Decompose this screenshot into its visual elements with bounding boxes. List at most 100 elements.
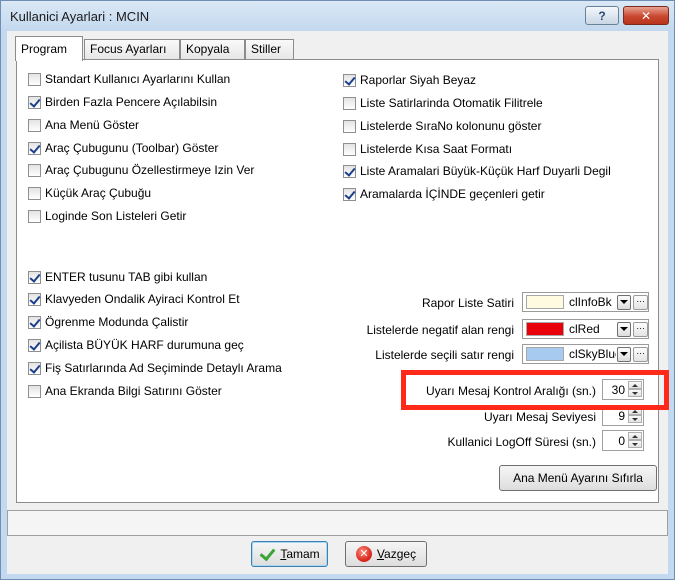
ellipsis-button[interactable]: ··· (633, 321, 649, 337)
color-swatch (526, 295, 564, 309)
tab-focus-ayarlari[interactable]: Focus Ayarları (84, 39, 180, 60)
chevron-down-icon (620, 300, 629, 304)
secili-satir-rengi-label: Listelerde seçili satır rengi (375, 348, 514, 362)
checkbox-harf-duyarli-degil[interactable]: Liste Aramalari Büyük-Küçük Harf Duyarli… (343, 163, 611, 179)
checkbox-label: Araç Çubugunu (Toolbar) Göster (45, 141, 219, 155)
chevron-down-icon (620, 352, 629, 356)
spin-up-button[interactable] (628, 432, 642, 440)
reset-menu-label: Ana Menü Ayarını Sıfırla (513, 471, 643, 485)
settings-window: Kullanici Ayarlari : MCIN ? ✕ Program Fo… (0, 0, 675, 580)
checkbox-box (343, 119, 356, 133)
tab-stiller[interactable]: Stiller (245, 39, 294, 60)
tab-kopyala[interactable]: Kopyala (180, 39, 245, 60)
checkbox-detayli-arama[interactable]: Fiş Satırlarında Ad Seçiminde Detaylı Ar… (28, 360, 282, 376)
spin-down-button[interactable] (628, 389, 642, 397)
color-swatch (526, 322, 564, 336)
checkbox-enter-tab[interactable]: ENTER tusunu TAB gibi kullan (28, 269, 207, 285)
question-mark-icon: ? (598, 8, 606, 23)
spin-down-button[interactable] (628, 440, 642, 448)
dropdown-button[interactable] (616, 346, 632, 362)
color-value: clInfoBk (569, 295, 612, 309)
title-bar[interactable]: Kullanici Ayarlari : MCIN ? ✕ (1, 1, 674, 31)
checkbox-sirano-kolonu[interactable]: Listelerde SıraNo kolonunu göster (343, 118, 541, 134)
color-value: clRed (569, 322, 600, 336)
checkbox-label: Liste Satirlarinda Otomatik Filitrele (360, 96, 543, 110)
checkbox-ana-menu-goster[interactable]: Ana Menü Göster (28, 117, 139, 133)
secili-satir-rengi-color-select[interactable]: clSkyBlue ··· (522, 344, 649, 364)
ok-label: Tamam (280, 547, 320, 561)
checkbox-box (343, 187, 356, 201)
checkbox-toolbar-ozellestir[interactable]: Araç Çubugunu Özellestirmeye Izin Ver (28, 162, 254, 178)
checkbox-ogrenme-modu[interactable]: Ögrenme Modunda Çalistir (28, 314, 188, 330)
checkbox-label: Fiş Satırlarında Ad Seçiminde Detaylı Ar… (45, 361, 282, 375)
color-value: clSkyBlue (569, 347, 616, 361)
rapor-liste-satiri-label: Rapor Liste Satiri (421, 296, 514, 310)
uyari-kontrol-araligi-label: Uyarı Mesaj Kontrol Aralığı (sn.) (425, 384, 596, 398)
checkbox-label: Standart Kullanıcı Ayarlarını Kullan (45, 72, 231, 86)
logoff-suresi-spinner[interactable]: 0 (602, 430, 644, 451)
checkbox-label: Listelerde SıraNo kolonunu göster (360, 119, 542, 133)
ellipsis-button[interactable]: ··· (633, 294, 649, 310)
checkbox-box (28, 361, 41, 375)
cancel-button[interactable]: ✕ Vazgeç (345, 541, 427, 567)
checkbox-box (343, 164, 356, 178)
checkbox-label: Küçük Araç Çubuğu (45, 186, 152, 200)
uyari-kontrol-araligi-spinner[interactable]: 30 (602, 379, 644, 400)
checkbox-box (28, 338, 41, 352)
checkbox-box (343, 73, 356, 87)
checkbox-kucuk-arac-cubugu[interactable]: Küçük Araç Çubuğu (28, 185, 151, 201)
status-bar (7, 510, 668, 536)
checkbox-label: Ana Menü Göster (45, 118, 140, 132)
checkbox-loginde-son-listeler[interactable]: Loginde Son Listeleri Getir (28, 208, 186, 224)
tab-program[interactable]: Program (15, 36, 83, 61)
cancel-label: Vazgeç (376, 547, 417, 561)
checkbox-ondalik-ayiraci[interactable]: Klavyeden Ondalik Ayiraci Kontrol Et (28, 291, 240, 307)
checkbox-label: Listelerde Kısa Saat Formatı (360, 142, 513, 156)
checkbox-box (28, 72, 41, 86)
checkbox-birden-fazla-pencere[interactable]: Birden Fazla Pencere Açılabilsin (28, 94, 217, 110)
checkbox-standart-kullanici-ayarlari[interactable]: Standart Kullanıcı Ayarlarını Kullan (28, 71, 230, 87)
uyari-mesaj-seviyesi-spinner[interactable]: 9 (602, 405, 644, 426)
checkbox-label: Klavyeden Ondalik Ayiraci Kontrol Et (45, 292, 240, 306)
checkbox-raporlar-siyah-beyaz[interactable]: Raporlar Siyah Beyaz (343, 72, 476, 88)
checkbox-buyuk-harf[interactable]: Açilista BÜYÜK HARF durumuna geç (28, 337, 244, 353)
checkbox-box (28, 163, 41, 177)
spin-up-button[interactable] (628, 381, 642, 389)
ellipsis-button[interactable]: ··· (633, 346, 649, 362)
checkbox-otomatik-filitrele[interactable]: Liste Satirlarinda Otomatik Filitrele (343, 95, 543, 111)
checkbox-box (28, 186, 41, 200)
ok-button[interactable]: Tamam (251, 541, 328, 567)
dropdown-button[interactable] (616, 321, 632, 337)
reset-menu-button[interactable]: Ana Menü Ayarını Sıfırla (499, 465, 657, 491)
checkbox-box (28, 384, 41, 398)
spin-down-button[interactable] (628, 415, 642, 423)
checkbox-label: Birden Fazla Pencere Açılabilsin (45, 95, 218, 109)
checkbox-label: Ana Ekranda Bilgi Satırını Göster (45, 384, 222, 398)
rapor-liste-satiri-color-select[interactable]: clInfoBk ··· (522, 292, 649, 312)
checkbox-label: Ögrenme Modunda Çalistir (45, 315, 189, 329)
close-icon: ✕ (640, 8, 652, 23)
checkbox-box (28, 209, 41, 223)
checkbox-label: Araç Çubugunu Özellestirmeye Izin Ver (45, 163, 255, 177)
checkbox-icinde-gecenler[interactable]: Aramalarda İÇİNDE geçenleri getir (343, 186, 545, 202)
checkbox-box (28, 292, 41, 306)
close-button[interactable]: ✕ (623, 6, 669, 25)
checkbox-label: Aramalarda İÇİNDE geçenleri getir (360, 187, 545, 201)
checkbox-label: Loginde Son Listeleri Getir (45, 209, 187, 223)
help-button[interactable]: ? (585, 6, 619, 25)
uyari-mesaj-seviyesi-label: Uyarı Mesaj Seviyesi (483, 410, 596, 424)
checkbox-box (343, 96, 356, 110)
spinner-value: 0 (618, 434, 625, 448)
spin-up-button[interactable] (628, 407, 642, 415)
negatif-alan-rengi-label: Listelerde negatif alan rengi (366, 323, 514, 337)
checkbox-box (343, 142, 356, 156)
cancel-x-icon: ✕ (355, 546, 372, 562)
checkbox-box (28, 270, 41, 284)
dropdown-button[interactable] (616, 294, 632, 310)
checkbox-bilgi-satiri[interactable]: Ana Ekranda Bilgi Satırını Göster (28, 383, 222, 399)
checkbox-box (28, 315, 41, 329)
checkbox-toolbar-goster[interactable]: Araç Çubugunu (Toolbar) Göster (28, 140, 218, 156)
chevron-down-icon (620, 327, 629, 331)
checkbox-kisa-saat-formati[interactable]: Listelerde Kısa Saat Formatı (343, 141, 512, 157)
negatif-alan-rengi-color-select[interactable]: clRed ··· (522, 319, 649, 339)
